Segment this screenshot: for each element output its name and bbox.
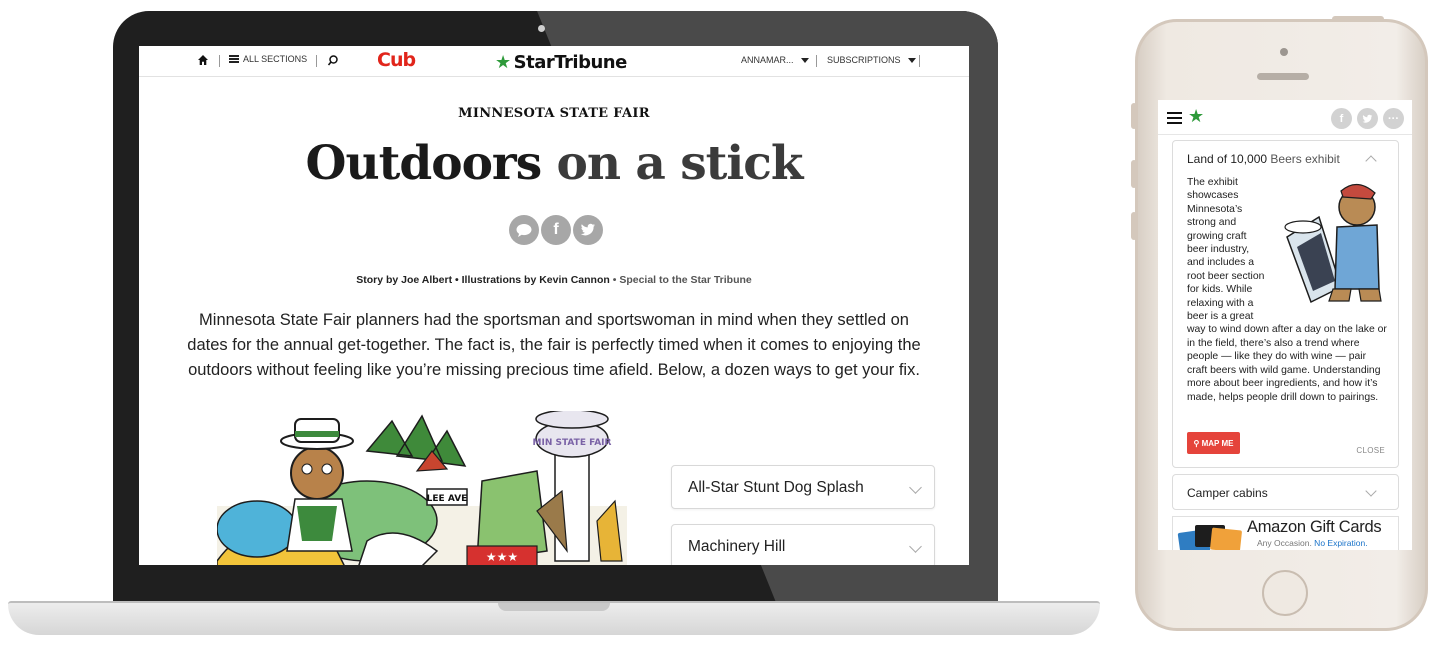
- chevron-up-icon[interactable]: [1365, 155, 1377, 167]
- bear-with-beer-illustration: [1284, 183, 1382, 304]
- all-sections-menu[interactable]: ALL SECTIONS: [229, 54, 307, 64]
- all-sections-label: ALL SECTIONS: [243, 54, 308, 64]
- expanded-accordion-item: Land of 10,000 Beers exhibit The exhibit…: [1172, 140, 1399, 468]
- chevron-down-icon: [909, 481, 922, 494]
- home-icon[interactable]: [197, 54, 209, 66]
- accordion-label: Camper cabins: [1187, 486, 1268, 500]
- facebook-icon[interactable]: f: [541, 215, 571, 245]
- accordion-label: Machinery Hill: [688, 538, 786, 555]
- laptop-camera: [538, 25, 545, 32]
- hamburger-icon: [229, 55, 239, 63]
- water-tower-sign: MIN STATE FAIR: [533, 438, 612, 448]
- facebook-icon[interactable]: f: [1331, 108, 1352, 129]
- hamburger-icon[interactable]: [1167, 112, 1182, 124]
- phone-camera: [1280, 48, 1288, 56]
- account-menu[interactable]: ANNAMAR...: [741, 55, 809, 65]
- street-sign: LEE AVE: [427, 494, 468, 504]
- ad-subtitle: Any Occasion. No Expiration.: [1257, 538, 1368, 548]
- accordion-item[interactable]: All-Star Stunt Dog Splash: [671, 465, 935, 509]
- chevron-down-icon: [909, 540, 922, 553]
- accordion-item[interactable]: Camper cabins: [1172, 474, 1399, 510]
- search-icon[interactable]: [327, 54, 340, 67]
- accordion-item[interactable]: Machinery Hill: [671, 524, 935, 565]
- star-icon: ★: [495, 52, 511, 73]
- device-mockup-stage: ALL SECTIONS Cub ★ StarTribune ANNAMAR..…: [0, 0, 1436, 647]
- mobile-header: ★ f ···: [1158, 100, 1412, 135]
- phone-home-button: [1262, 570, 1308, 616]
- star-icon[interactable]: ★: [1188, 106, 1204, 127]
- share-buttons: f: [509, 215, 603, 245]
- gift-cards-image: [1177, 525, 1242, 550]
- mobile-screen: ★ f ··· Land of 10,000 Beers exhibit The…: [1158, 100, 1412, 550]
- article-headline: Outdoors on a stick: [305, 136, 804, 191]
- twitter-icon[interactable]: [573, 215, 603, 245]
- close-button[interactable]: CLOSE: [1356, 446, 1385, 455]
- subscriptions-menu[interactable]: SUBSCRIPTIONS: [827, 55, 916, 65]
- advertisement[interactable]: Amazon Gift Cards Any Occasion. No Expir…: [1172, 516, 1399, 550]
- svg-text:★★★: ★★★: [486, 550, 518, 564]
- laptop-base: [8, 601, 1100, 635]
- sponsor-logo[interactable]: Cub: [377, 49, 416, 71]
- accordion-title[interactable]: Land of 10,000 Beers exhibit: [1187, 152, 1340, 166]
- phone-speaker: [1257, 73, 1309, 80]
- caret-down-icon: [800, 57, 809, 63]
- startribune-logo[interactable]: ★ StarTribune: [495, 52, 627, 73]
- site-header: ALL SECTIONS Cub ★ StarTribune ANNAMAR..…: [139, 46, 969, 77]
- chevron-down-icon: [1365, 485, 1377, 497]
- fair-illustration: LEE AVE ★★★ MIN STATE FAIR: [217, 411, 627, 565]
- more-icon[interactable]: ···: [1383, 108, 1404, 129]
- caret-down-icon: [907, 57, 916, 63]
- byline: Story by Joe Albert • Illustrations by K…: [356, 274, 752, 286]
- map-me-button[interactable]: ⚲ MAP ME: [1187, 432, 1240, 454]
- comment-icon[interactable]: [509, 215, 539, 245]
- desktop-screen: ALL SECTIONS Cub ★ StarTribune ANNAMAR..…: [139, 46, 969, 565]
- ad-title: Amazon Gift Cards: [1247, 518, 1382, 536]
- section-kicker[interactable]: MINNESOTA STATE FAIR: [139, 106, 969, 121]
- article-lede: Minnesota State Fair planners had the sp…: [187, 311, 921, 379]
- twitter-icon[interactable]: [1357, 108, 1378, 129]
- accordion-label: All-Star Stunt Dog Splash: [688, 479, 864, 496]
